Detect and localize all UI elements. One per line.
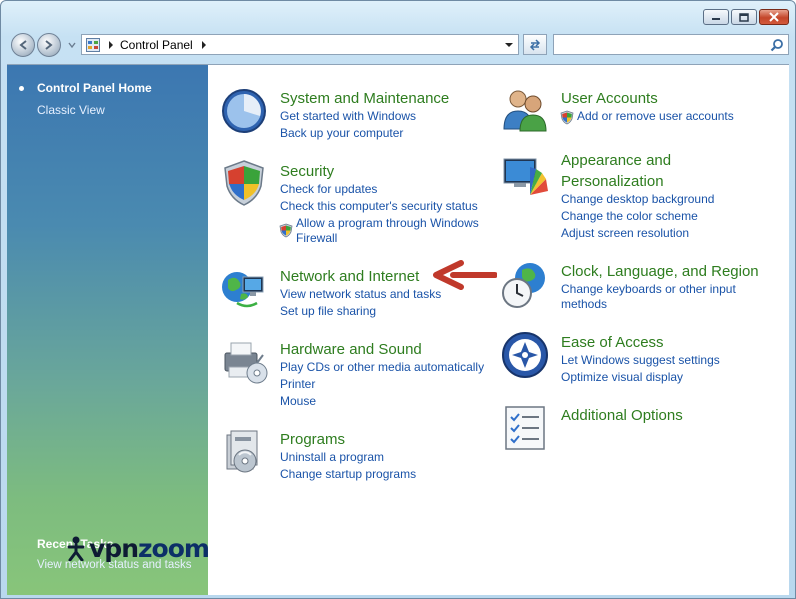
maximize-button[interactable]	[731, 9, 757, 25]
appearance-title-line2[interactable]: Personalization	[561, 171, 664, 192]
forward-button[interactable]	[37, 33, 61, 57]
classic-view-link[interactable]: Classic View	[37, 103, 105, 117]
control-panel-icon	[86, 37, 100, 52]
content-area: Control Panel Home Classic View Recent T…	[7, 64, 789, 595]
search-icon[interactable]	[770, 38, 784, 52]
printer-link[interactable]: Printer	[280, 376, 315, 393]
address-bar[interactable]: Control Panel	[81, 34, 519, 55]
recent-pages-dropdown-icon[interactable]	[67, 40, 77, 50]
mouse-link[interactable]: Mouse	[280, 393, 316, 410]
address-location-text: Control Panel	[120, 37, 193, 52]
change-color-scheme-link[interactable]: Change the color scheme	[561, 208, 698, 225]
add-remove-users-link[interactable]: Add or remove user accounts	[577, 108, 734, 125]
back-up-link[interactable]: Back up your computer	[280, 125, 403, 142]
additional-options-icon[interactable]	[500, 403, 550, 453]
uac-shield-icon	[279, 223, 293, 238]
change-desktop-background-link[interactable]: Change desktop background	[561, 191, 714, 208]
appearance-title[interactable]: Appearance and	[561, 150, 671, 171]
check-security-status-link[interactable]: Check this computer's security status	[280, 198, 478, 215]
address-dropdown-icon[interactable]	[502, 38, 516, 52]
user-accounts-title[interactable]: User Accounts	[561, 88, 658, 109]
adjust-screen-resolution-link[interactable]: Adjust screen resolution	[561, 225, 689, 242]
security-shield-icon[interactable]	[219, 158, 269, 208]
refresh-icon	[529, 38, 541, 51]
user-accounts-icon[interactable]	[500, 85, 550, 135]
forward-arrow-icon	[45, 40, 53, 50]
programs-icon[interactable]	[219, 427, 269, 477]
minimize-icon	[712, 18, 720, 20]
hardware-printer-icon[interactable]	[219, 337, 269, 387]
let-windows-suggest-link[interactable]: Let Windows suggest settings	[561, 352, 720, 369]
view-network-status-link[interactable]: View network status and tasks	[280, 286, 441, 303]
search-box[interactable]	[553, 34, 789, 55]
task-pane: Control Panel Home Classic View Recent T…	[7, 65, 208, 595]
close-icon	[769, 12, 779, 22]
maximize-icon	[739, 12, 749, 22]
get-started-link[interactable]: Get started with Windows	[280, 108, 416, 125]
system-maintenance-icon[interactable]	[219, 85, 269, 135]
uninstall-program-link[interactable]: Uninstall a program	[280, 449, 384, 466]
play-cds-link[interactable]: Play CDs or other media automatically	[280, 359, 484, 376]
ease-of-access-title[interactable]: Ease of Access	[561, 332, 664, 353]
navigation-bar: Control Panel	[9, 31, 789, 59]
programs-title[interactable]: Programs	[280, 429, 345, 450]
close-button[interactable]	[759, 9, 789, 25]
set-up-file-sharing-link[interactable]: Set up file sharing	[280, 303, 376, 320]
current-view-bullet	[19, 86, 24, 91]
network-globe-icon[interactable]	[219, 263, 269, 313]
back-arrow-icon	[19, 40, 27, 50]
control-panel-home-link[interactable]: Control Panel Home	[37, 81, 152, 95]
security-title[interactable]: Security	[280, 161, 334, 182]
network-internet-title[interactable]: Network and Internet	[280, 266, 419, 287]
search-input[interactable]	[556, 36, 760, 55]
hardware-sound-title[interactable]: Hardware and Sound	[280, 339, 422, 360]
clock-language-region-title[interactable]: Clock, Language, and Region	[561, 261, 759, 282]
allow-program-firewall-link-line2[interactable]: Firewall	[296, 230, 337, 247]
recent-task-link[interactable]: View network status and tasks	[37, 559, 191, 571]
breadcrumb-separator-icon[interactable]	[199, 40, 209, 50]
uac-shield-icon	[560, 110, 574, 125]
appearance-icon[interactable]	[500, 151, 550, 201]
recent-tasks-heading: Recent Tasks	[37, 537, 114, 551]
caption-buttons	[703, 9, 789, 25]
breadcrumb-separator-icon	[109, 40, 113, 49]
check-for-updates-link[interactable]: Check for updates	[280, 181, 377, 198]
back-button[interactable]	[11, 33, 35, 57]
change-keyboards-link-line2[interactable]: methods	[561, 296, 607, 313]
red-pointer-arrow	[433, 260, 497, 290]
clock-globe-icon[interactable]	[500, 260, 550, 310]
minimize-button[interactable]	[703, 9, 729, 25]
control-panel-window: Control Panel Control Panel Home Classic…	[0, 0, 796, 599]
additional-options-title[interactable]: Additional Options	[561, 405, 683, 426]
refresh-button[interactable]	[523, 34, 547, 55]
optimize-visual-display-link[interactable]: Optimize visual display	[561, 369, 683, 386]
ease-of-access-icon[interactable]	[500, 330, 550, 380]
change-startup-programs-link[interactable]: Change startup programs	[280, 466, 416, 483]
system-maintenance-title[interactable]: System and Maintenance	[280, 88, 449, 109]
